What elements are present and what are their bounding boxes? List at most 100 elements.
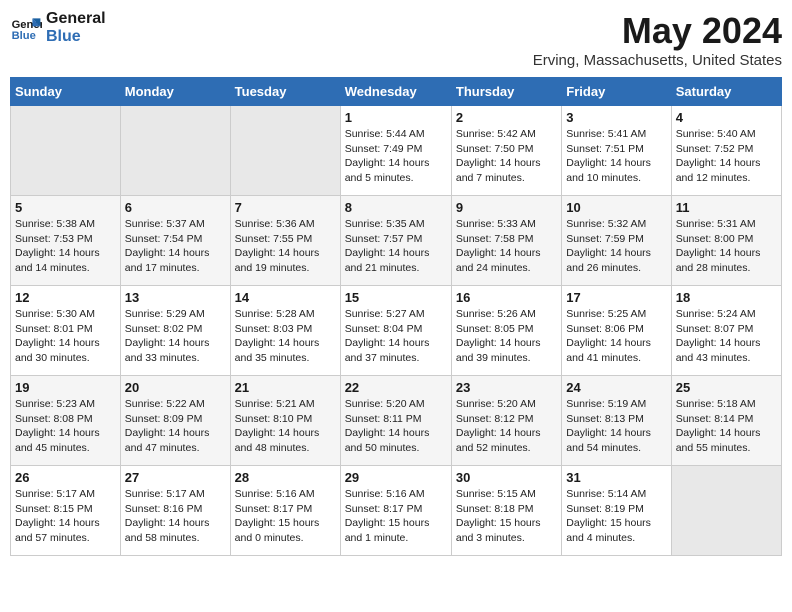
table-row: 20 Sunrise: 5:22 AM Sunset: 8:09 PM Dayli… (120, 376, 230, 466)
day-number: 8 (345, 200, 447, 215)
table-row: 1 Sunrise: 5:44 AM Sunset: 7:49 PM Daylig… (340, 106, 451, 196)
table-row: 13 Sunrise: 5:29 AM Sunset: 8:02 PM Dayli… (120, 286, 230, 376)
logo-icon: General Blue (10, 12, 42, 44)
col-header-saturday: Saturday (671, 78, 781, 106)
day-number: 15 (345, 290, 447, 305)
col-header-thursday: Thursday (451, 78, 561, 106)
table-row (11, 106, 121, 196)
day-number: 9 (456, 200, 557, 215)
logo: General Blue General Blue (10, 10, 106, 45)
logo-line2: Blue (46, 28, 106, 46)
day-info: Sunrise: 5:22 AM Sunset: 8:09 PM Dayligh… (125, 397, 226, 456)
logo-line1: General (46, 10, 106, 28)
table-row: 21 Sunrise: 5:21 AM Sunset: 8:10 PM Dayli… (230, 376, 340, 466)
day-info: Sunrise: 5:21 AM Sunset: 8:10 PM Dayligh… (235, 397, 336, 456)
table-row: 16Sunrise: 5:26 AM Sunset: 8:05 PM Dayli… (451, 286, 561, 376)
header: General Blue General Blue May 2024 Ervin… (10, 10, 782, 69)
day-number: 7 (235, 200, 336, 215)
day-number: 27 (125, 470, 226, 485)
day-number: 5 (15, 200, 116, 215)
table-row: 15 Sunrise: 5:27 AM Sunset: 8:04 PM Dayli… (340, 286, 451, 376)
day-number: 24 (566, 380, 666, 395)
day-info: Sunrise: 5:16 AM Sunset: 8:17 PM Dayligh… (345, 487, 447, 546)
day-info: Sunrise: 5:44 AM Sunset: 7:49 PM Dayligh… (345, 127, 447, 186)
table-row: 27 Sunrise: 5:17 AM Sunset: 8:16 PM Dayli… (120, 466, 230, 556)
day-info: Sunrise: 5:32 AM Sunset: 7:59 PM Dayligh… (566, 217, 666, 276)
col-header-tuesday: Tuesday (230, 78, 340, 106)
table-row (120, 106, 230, 196)
table-row: 12 Sunrise: 5:30 AM Sunset: 8:01 PM Dayli… (11, 286, 121, 376)
day-number: 26 (15, 470, 116, 485)
col-header-friday: Friday (562, 78, 671, 106)
col-header-monday: Monday (120, 78, 230, 106)
main-title: May 2024 (533, 10, 782, 52)
table-row (671, 466, 781, 556)
table-row (230, 106, 340, 196)
day-info: Sunrise: 5:28 AM Sunset: 8:03 PM Dayligh… (235, 307, 336, 366)
day-info: Sunrise: 5:33 AM Sunset: 7:58 PM Dayligh… (456, 217, 557, 276)
subtitle: Erving, Massachusetts, United States (533, 52, 782, 69)
day-info: Sunrise: 5:31 AM Sunset: 8:00 PM Dayligh… (676, 217, 777, 276)
day-number: 14 (235, 290, 336, 305)
day-info: Sunrise: 5:37 AM Sunset: 7:54 PM Dayligh… (125, 217, 226, 276)
svg-text:Blue: Blue (12, 30, 36, 42)
table-row: 11 Sunrise: 5:31 AM Sunset: 8:00 PM Dayli… (671, 196, 781, 286)
day-info: Sunrise: 5:42 AM Sunset: 7:50 PM Dayligh… (456, 127, 557, 186)
day-info: Sunrise: 5:40 AM Sunset: 7:52 PM Dayligh… (676, 127, 777, 186)
table-row: 14 Sunrise: 5:28 AM Sunset: 8:03 PM Dayli… (230, 286, 340, 376)
day-number: 29 (345, 470, 447, 485)
day-number: 30 (456, 470, 557, 485)
table-row: 5Sunrise: 5:38 AM Sunset: 7:53 PM Daylig… (11, 196, 121, 286)
title-area: May 2024 Erving, Massachusetts, United S… (533, 10, 782, 69)
table-row: 26 Sunrise: 5:17 AM Sunset: 8:15 PM Dayli… (11, 466, 121, 556)
table-row: 23 Sunrise: 5:20 AM Sunset: 8:12 PM Dayli… (451, 376, 561, 466)
table-row: 4 Sunrise: 5:40 AM Sunset: 7:52 PM Daylig… (671, 106, 781, 196)
day-number: 18 (676, 290, 777, 305)
table-row: 3 Sunrise: 5:41 AM Sunset: 7:51 PM Daylig… (562, 106, 671, 196)
day-info: Sunrise: 5:17 AM Sunset: 8:16 PM Dayligh… (125, 487, 226, 546)
day-number: 3 (566, 110, 666, 125)
day-info: Sunrise: 5:41 AM Sunset: 7:51 PM Dayligh… (566, 127, 666, 186)
day-number: 12 (15, 290, 116, 305)
day-info: Sunrise: 5:20 AM Sunset: 8:12 PM Dayligh… (456, 397, 557, 456)
day-number: 23 (456, 380, 557, 395)
table-row: 6Sunrise: 5:37 AM Sunset: 7:54 PM Daylig… (120, 196, 230, 286)
table-row: 2 Sunrise: 5:42 AM Sunset: 7:50 PM Daylig… (451, 106, 561, 196)
table-row: 8 Sunrise: 5:35 AM Sunset: 7:57 PM Daylig… (340, 196, 451, 286)
day-info: Sunrise: 5:29 AM Sunset: 8:02 PM Dayligh… (125, 307, 226, 366)
table-row: 24 Sunrise: 5:19 AM Sunset: 8:13 PM Dayli… (562, 376, 671, 466)
day-info: Sunrise: 5:24 AM Sunset: 8:07 PM Dayligh… (676, 307, 777, 366)
table-row: 17Sunrise: 5:25 AM Sunset: 8:06 PM Dayli… (562, 286, 671, 376)
day-info: Sunrise: 5:25 AM Sunset: 8:06 PM Dayligh… (566, 307, 666, 366)
day-info: Sunrise: 5:20 AM Sunset: 8:11 PM Dayligh… (345, 397, 447, 456)
day-info: Sunrise: 5:36 AM Sunset: 7:55 PM Dayligh… (235, 217, 336, 276)
day-number: 11 (676, 200, 777, 215)
day-number: 20 (125, 380, 226, 395)
calendar-table: SundayMondayTuesdayWednesdayThursdayFrid… (10, 77, 782, 556)
day-info: Sunrise: 5:18 AM Sunset: 8:14 PM Dayligh… (676, 397, 777, 456)
day-info: Sunrise: 5:30 AM Sunset: 8:01 PM Dayligh… (15, 307, 116, 366)
day-number: 28 (235, 470, 336, 485)
day-number: 2 (456, 110, 557, 125)
day-info: Sunrise: 5:35 AM Sunset: 7:57 PM Dayligh… (345, 217, 447, 276)
table-row: 28 Sunrise: 5:16 AM Sunset: 8:17 PM Dayli… (230, 466, 340, 556)
day-number: 21 (235, 380, 336, 395)
day-number: 4 (676, 110, 777, 125)
day-info: Sunrise: 5:16 AM Sunset: 8:17 PM Dayligh… (235, 487, 336, 546)
day-number: 31 (566, 470, 666, 485)
table-row: 22 Sunrise: 5:20 AM Sunset: 8:11 PM Dayli… (340, 376, 451, 466)
day-info: Sunrise: 5:19 AM Sunset: 8:13 PM Dayligh… (566, 397, 666, 456)
day-info: Sunrise: 5:23 AM Sunset: 8:08 PM Dayligh… (15, 397, 116, 456)
table-row: 30Sunrise: 5:15 AM Sunset: 8:18 PM Dayli… (451, 466, 561, 556)
day-info: Sunrise: 5:26 AM Sunset: 8:05 PM Dayligh… (456, 307, 557, 366)
day-info: Sunrise: 5:17 AM Sunset: 8:15 PM Dayligh… (15, 487, 116, 546)
table-row: 10Sunrise: 5:32 AM Sunset: 7:59 PM Dayli… (562, 196, 671, 286)
day-number: 13 (125, 290, 226, 305)
table-row: 9 Sunrise: 5:33 AM Sunset: 7:58 PM Daylig… (451, 196, 561, 286)
day-info: Sunrise: 5:14 AM Sunset: 8:19 PM Dayligh… (566, 487, 666, 546)
day-number: 19 (15, 380, 116, 395)
day-number: 1 (345, 110, 447, 125)
day-info: Sunrise: 5:27 AM Sunset: 8:04 PM Dayligh… (345, 307, 447, 366)
table-row: 31 Sunrise: 5:14 AM Sunset: 8:19 PM Dayli… (562, 466, 671, 556)
day-number: 22 (345, 380, 447, 395)
